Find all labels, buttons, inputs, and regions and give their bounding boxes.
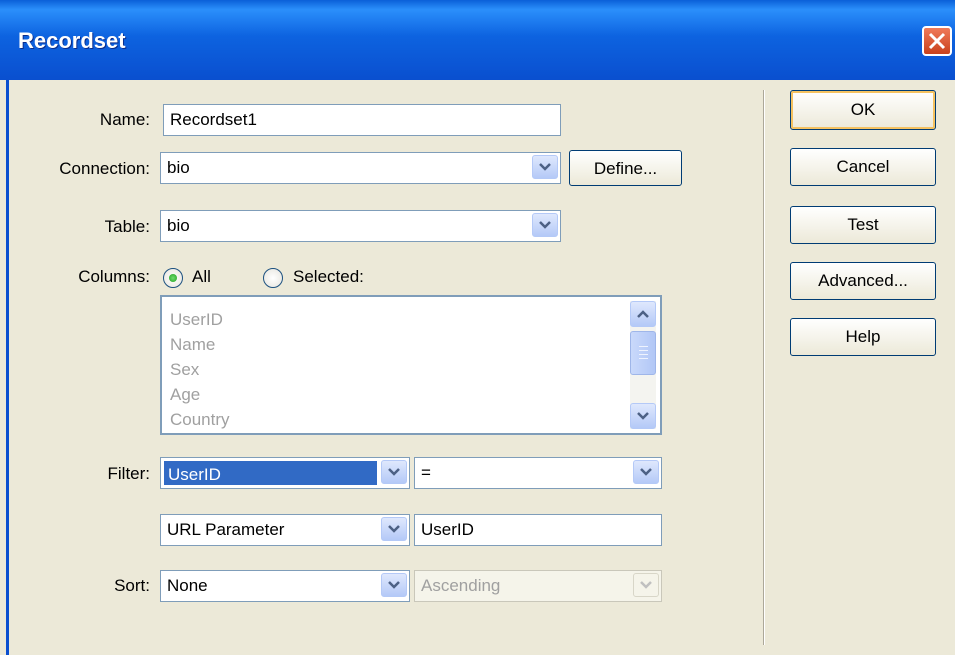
filter-source-dropdown-button[interactable] <box>381 517 407 541</box>
vertical-divider <box>763 90 765 645</box>
sort-order-value: Ascending <box>421 576 501 595</box>
name-input[interactable]: Recordset1 <box>163 104 561 136</box>
table-value: bio <box>167 216 190 235</box>
window-title: Recordset <box>18 28 126 53</box>
filter-operator-value: = <box>421 463 431 482</box>
list-item[interactable]: Sex <box>170 357 230 382</box>
connection-label: Connection: <box>59 159 150 178</box>
sort-order-select: Ascending <box>414 570 662 602</box>
title-bar: Recordset <box>0 0 955 80</box>
chevron-down-icon <box>539 221 551 229</box>
sort-column-select[interactable]: None <box>160 570 410 602</box>
list-item[interactable]: Age <box>170 382 230 407</box>
help-button[interactable]: Help <box>790 318 936 356</box>
columns-all-label: All <box>192 267 211 286</box>
list-item[interactable]: Country <box>170 407 230 432</box>
sort-column-value: None <box>167 576 208 595</box>
table-select[interactable]: bio <box>160 210 561 242</box>
columns-listbox[interactable]: UserID Name Sex Age Country <box>160 295 662 435</box>
sort-order-dropdown-button <box>633 573 659 597</box>
columns-all-radio[interactable] <box>163 268 183 288</box>
columns-selected-radio[interactable] <box>263 268 283 288</box>
cancel-button[interactable]: Cancel <box>790 148 936 186</box>
filter-operator-dropdown-button[interactable] <box>633 460 659 484</box>
advanced-button[interactable]: Advanced... <box>790 262 936 300</box>
list-item[interactable]: UserID <box>170 307 230 332</box>
scroll-up-button[interactable] <box>630 301 656 327</box>
chevron-down-icon <box>388 581 400 589</box>
columns-scrollbar[interactable] <box>630 301 656 429</box>
chevron-down-icon <box>539 163 551 171</box>
test-button[interactable]: Test <box>790 206 936 244</box>
columns-selected-label: Selected: <box>293 267 364 286</box>
chevron-down-icon <box>388 468 400 476</box>
name-label: Name: <box>99 110 150 129</box>
columns-label: Columns: <box>78 267 150 286</box>
chevron-down-icon <box>637 412 649 420</box>
filter-operator-select[interactable]: = <box>414 457 662 489</box>
scroll-thumb[interactable] <box>630 331 656 375</box>
chevron-down-icon <box>640 468 652 476</box>
chevron-down-icon <box>388 525 400 533</box>
filter-column-value: UserID <box>164 461 377 485</box>
list-item[interactable]: Name <box>170 332 230 357</box>
connection-dropdown-button[interactable] <box>532 155 558 179</box>
define-button[interactable]: Define... <box>569 150 682 186</box>
filter-column-dropdown-button[interactable] <box>381 460 407 484</box>
sort-label: Sort: <box>114 576 150 595</box>
filter-value-input[interactable]: UserID <box>414 514 662 546</box>
chevron-up-icon <box>637 310 649 318</box>
close-button[interactable] <box>922 26 952 56</box>
close-icon <box>928 32 946 50</box>
radio-selected-dot <box>169 274 177 282</box>
filter-column-select[interactable]: UserID <box>160 457 410 489</box>
table-dropdown-button[interactable] <box>532 213 558 237</box>
ok-button[interactable]: OK <box>790 90 936 130</box>
connection-select[interactable]: bio <box>160 152 561 184</box>
chevron-down-icon <box>640 581 652 589</box>
filter-label: Filter: <box>107 464 151 483</box>
table-label: Table: <box>104 217 150 236</box>
filter-source-select[interactable]: URL Parameter <box>160 514 410 546</box>
scroll-down-button[interactable] <box>630 403 656 429</box>
sort-column-dropdown-button[interactable] <box>381 573 407 597</box>
connection-value: bio <box>167 158 190 177</box>
filter-source-value: URL Parameter <box>167 520 285 539</box>
